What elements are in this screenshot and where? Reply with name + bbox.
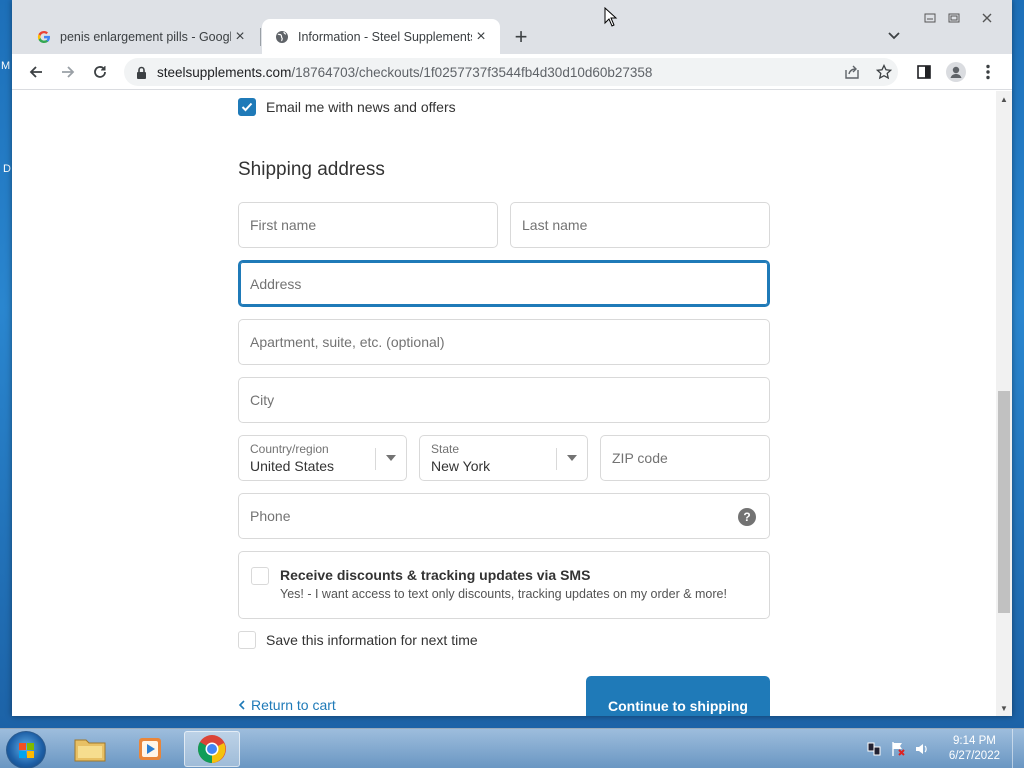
save-info-checkbox[interactable]: [238, 631, 256, 649]
desktop-icon-label-m: M: [1, 60, 11, 72]
apartment-field[interactable]: Apartment, suite, etc. (optional): [238, 319, 770, 365]
taskbar-media-player[interactable]: [122, 731, 178, 767]
country-select[interactable]: Country/region United States: [238, 435, 407, 481]
sms-opt-in-title: Receive discounts & tracking updates via…: [280, 567, 591, 583]
chevron-down-icon: [386, 455, 396, 461]
reload-button[interactable]: [88, 60, 112, 84]
google-g-icon: [36, 29, 52, 45]
back-button[interactable]: [24, 60, 48, 84]
minimize-button[interactable]: [918, 9, 942, 27]
phone-placeholder: Phone: [250, 508, 291, 524]
state-label: State: [431, 441, 460, 456]
question-help-icon[interactable]: ?: [738, 508, 756, 526]
address-field[interactable]: Address: [238, 260, 770, 307]
close-tab-icon[interactable]: ×: [231, 28, 249, 46]
desktop-icon-label-d: D: [3, 163, 11, 175]
state-select[interactable]: State New York: [419, 435, 588, 481]
action-center-flag-icon[interactable]: [890, 741, 906, 757]
chevron-left-icon: [238, 700, 245, 710]
show-desktop-button[interactable]: [1012, 729, 1024, 768]
checkout-page: Email me with news and offers Shipping a…: [12, 91, 996, 716]
globe-icon: [274, 29, 290, 45]
close-tab-icon[interactable]: ×: [472, 28, 490, 46]
email-opt-in-row[interactable]: Email me with news and offers: [238, 98, 456, 116]
chrome-icon: [198, 735, 226, 763]
last-name-field[interactable]: Last name: [510, 202, 770, 248]
return-to-cart-link[interactable]: Return to cart: [238, 697, 336, 713]
mouse-cursor-icon: [604, 7, 618, 27]
apartment-placeholder: Apartment, suite, etc. (optional): [250, 334, 445, 350]
scroll-down-arrow-icon[interactable]: ▼: [996, 700, 1012, 716]
zip-placeholder: ZIP code: [612, 450, 668, 466]
zip-field[interactable]: ZIP code: [600, 435, 770, 481]
state-value: New York: [431, 457, 491, 474]
tab-search-chevron-icon[interactable]: [884, 26, 904, 46]
taskbar-chrome[interactable]: [184, 731, 240, 767]
media-player-icon: [139, 738, 161, 760]
sms-opt-in-checkbox[interactable]: [251, 567, 269, 585]
select-divider: [375, 448, 376, 470]
first-name-field[interactable]: First name: [238, 202, 498, 248]
country-label: Country/region: [250, 441, 329, 456]
new-tab-button[interactable]: +: [508, 24, 534, 50]
forward-button[interactable]: [56, 60, 80, 84]
bookmark-star-icon[interactable]: [872, 60, 896, 84]
city-field[interactable]: City: [238, 377, 770, 423]
sms-opt-in-box[interactable]: Receive discounts & tracking updates via…: [238, 551, 770, 619]
url-domain: steelsupplements.com: [157, 64, 292, 80]
clock-date: 6/27/2022: [948, 750, 1000, 762]
url-text: steelsupplements.com/18764703/checkouts/…: [157, 65, 652, 80]
first-name-placeholder: First name: [250, 217, 317, 233]
start-button[interactable]: [6, 731, 46, 768]
windows-taskbar: 9:14 PM 6/27/2022: [0, 728, 1024, 768]
tab-steel-supplements[interactable]: Information - Steel Supplements ×: [262, 19, 500, 54]
lock-icon[interactable]: [134, 65, 148, 79]
save-info-label: Save this information for next time: [266, 632, 478, 648]
tab-title: penis enlargement pills - Google: [60, 29, 231, 44]
shipping-address-heading: Shipping address: [238, 159, 385, 180]
network-icon[interactable]: [866, 741, 882, 757]
folder-icon: [74, 739, 106, 762]
volume-icon[interactable]: [914, 741, 930, 757]
chevron-down-icon: [567, 455, 577, 461]
tab-title: Information - Steel Supplements: [298, 29, 472, 44]
scroll-up-arrow-icon[interactable]: ▲: [996, 91, 1012, 107]
phone-field[interactable]: Phone ?: [238, 493, 770, 539]
profile-avatar-icon[interactable]: [944, 60, 968, 84]
address-bar[interactable]: steelsupplements.com/18764703/checkouts/…: [124, 58, 898, 86]
address-placeholder: Address: [250, 275, 302, 292]
country-value: United States: [250, 457, 335, 474]
last-name-placeholder: Last name: [522, 217, 588, 233]
email-opt-in-label: Email me with news and offers: [266, 99, 456, 115]
close-window-button[interactable]: [974, 9, 1000, 27]
browser-window: penis enlargement pills - Google × Infor…: [12, 0, 1012, 716]
email-opt-in-checkbox[interactable]: [238, 98, 256, 116]
system-clock[interactable]: 9:14 PM 6/27/2022: [949, 734, 1000, 764]
return-to-cart-label: Return to cart: [251, 697, 336, 713]
city-placeholder: City: [250, 392, 275, 408]
continue-to-shipping-button[interactable]: Continue to shipping: [586, 676, 770, 716]
browser-toolbar: steelsupplements.com/18764703/checkouts/…: [12, 54, 1012, 90]
taskbar-explorer[interactable]: [62, 731, 118, 767]
url-path: /18764703/checkouts/1f0257737f3544fb4d30…: [291, 64, 653, 80]
tab-strip: penis enlargement pills - Google × Infor…: [12, 0, 1012, 54]
side-panel-icon[interactable]: [912, 60, 936, 84]
page-scrollbar[interactable]: ▲ ▼: [996, 91, 1012, 716]
continue-button-label: Continue to shipping: [608, 698, 748, 714]
sms-opt-in-description: Yes! - I want access to text only discou…: [280, 587, 727, 601]
tab-separator: [260, 28, 261, 46]
share-icon[interactable]: [840, 60, 864, 84]
tab-google-search[interactable]: penis enlargement pills - Google ×: [24, 19, 259, 54]
scroll-thumb[interactable]: [998, 391, 1010, 613]
maximize-button[interactable]: [942, 9, 966, 27]
clock-time: 9:14 PM: [953, 735, 996, 747]
kebab-menu-icon[interactable]: [976, 60, 1000, 84]
save-info-row[interactable]: Save this information for next time: [238, 631, 478, 649]
select-divider: [556, 448, 557, 470]
